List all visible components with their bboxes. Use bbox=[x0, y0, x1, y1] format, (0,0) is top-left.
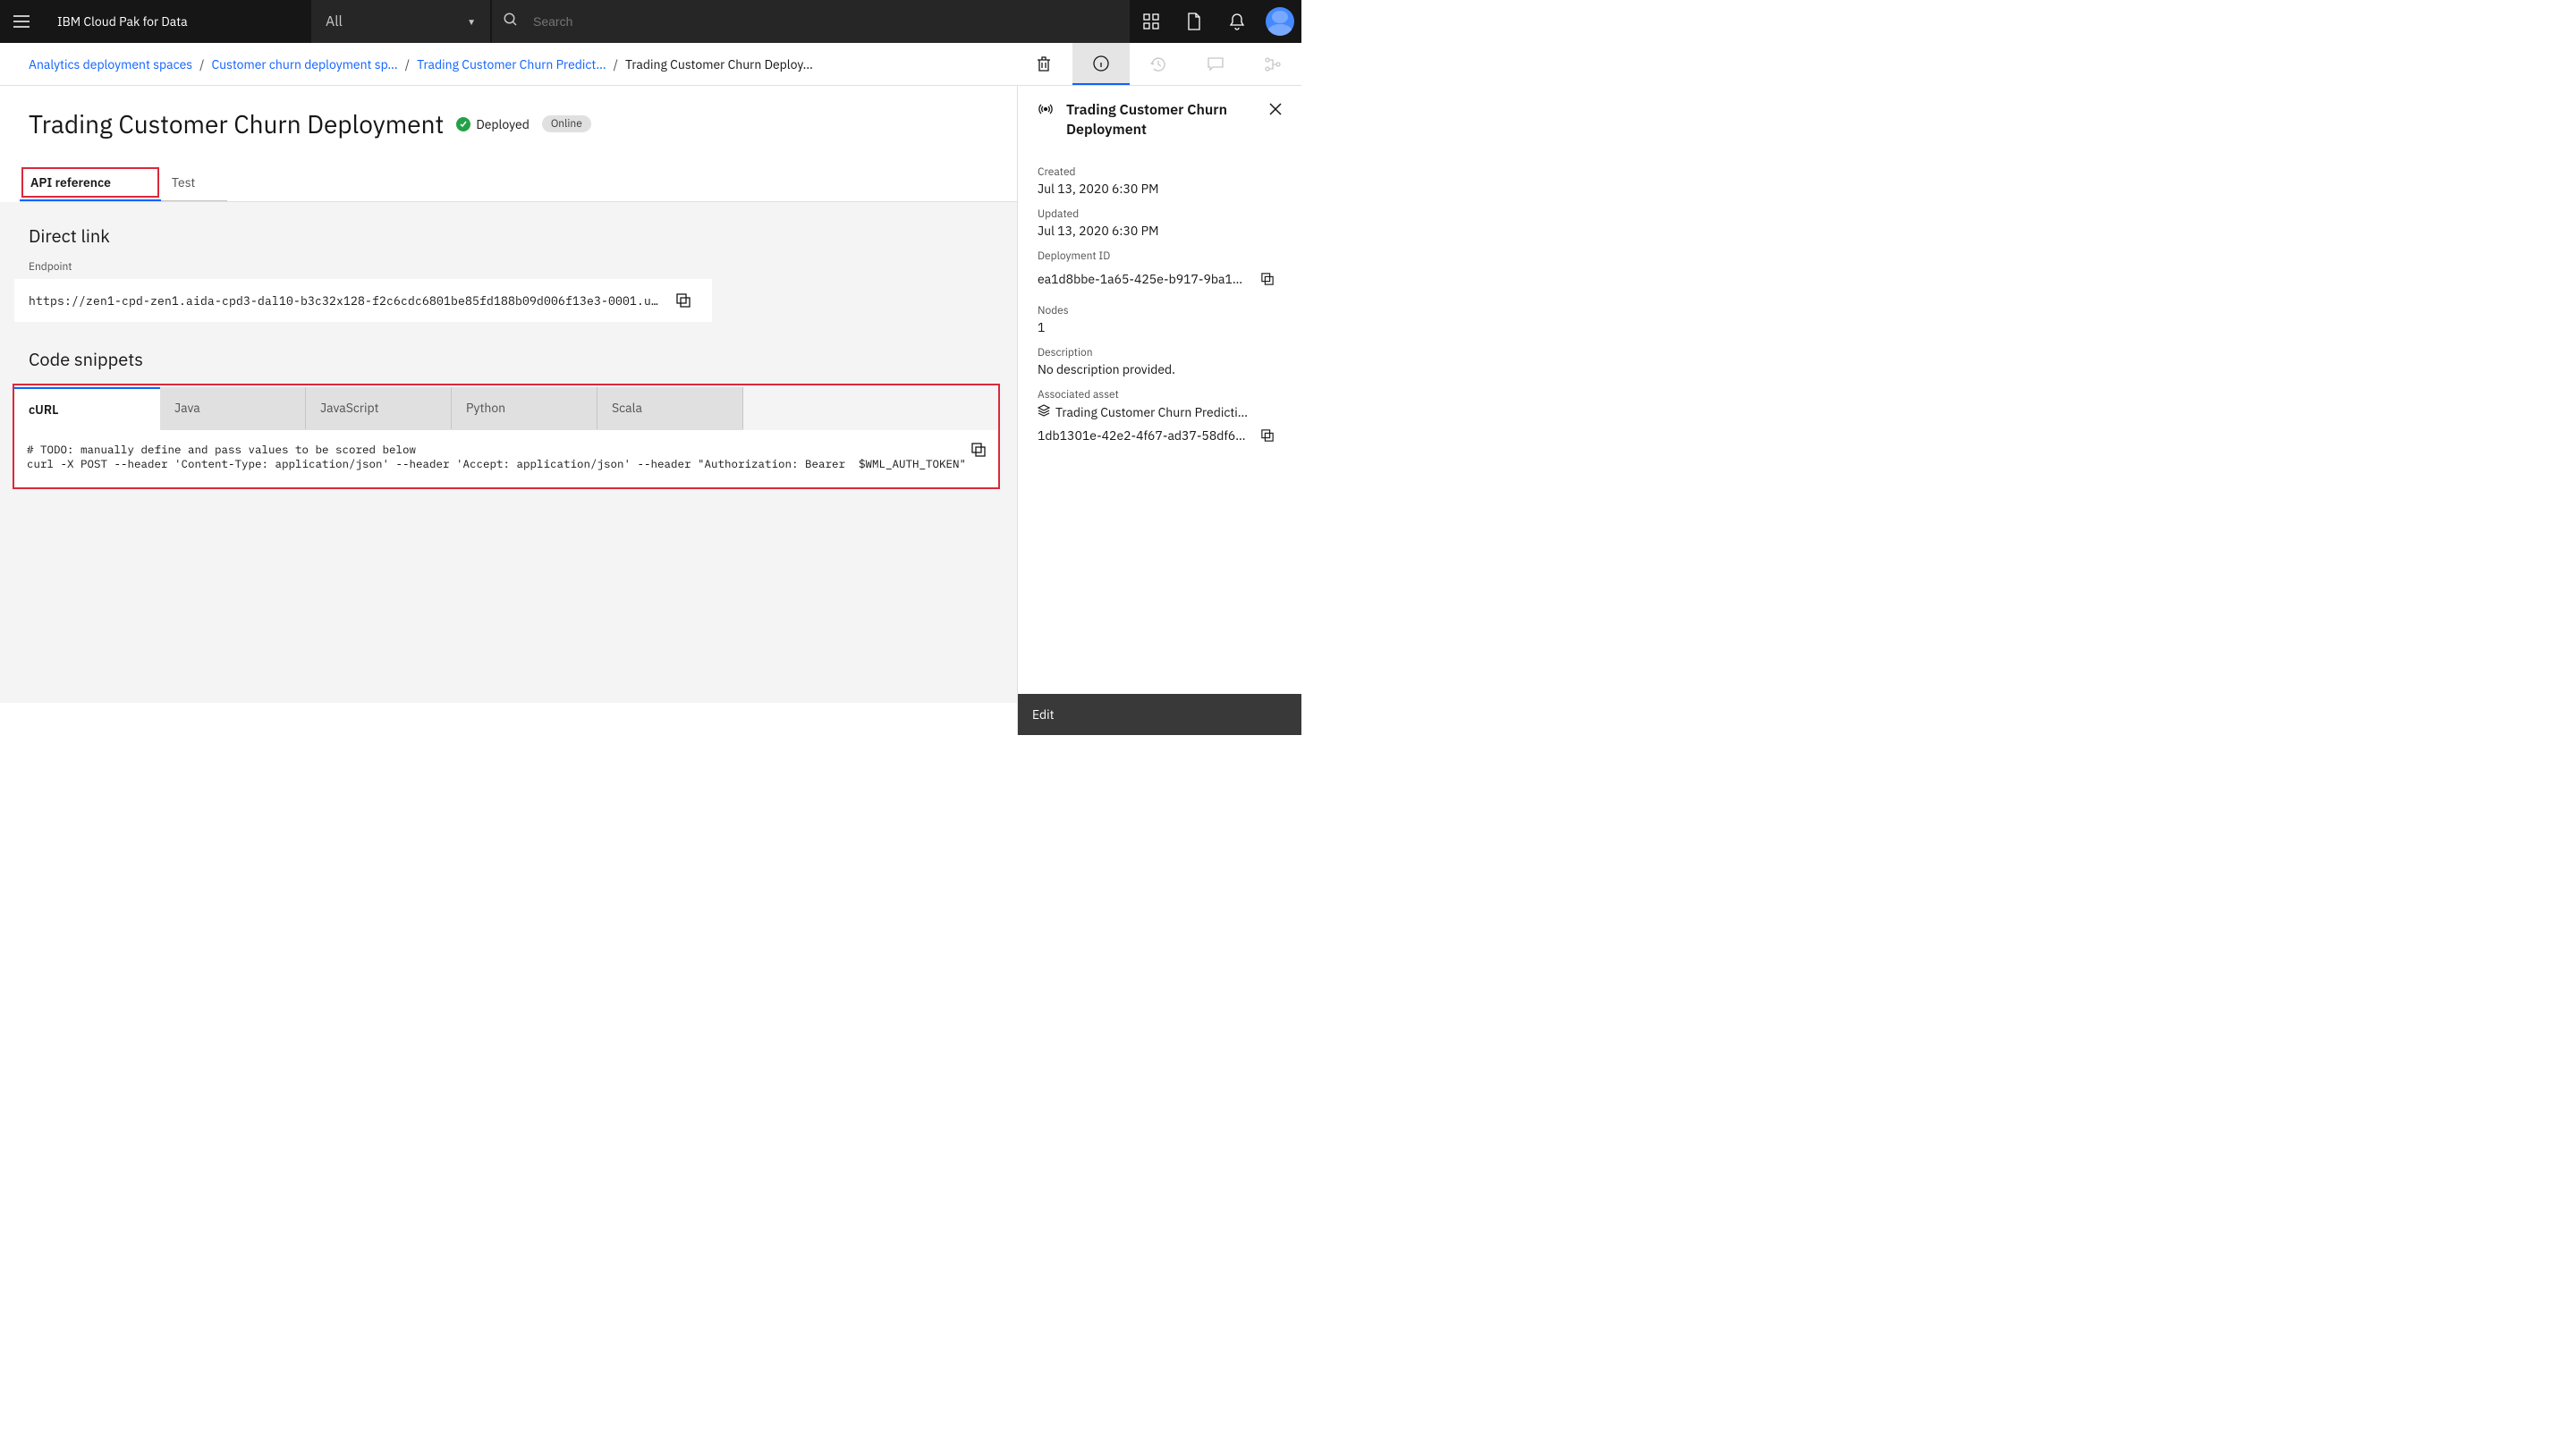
crumb-actions bbox=[1015, 43, 1301, 85]
snippet-tab-python[interactable]: Python bbox=[452, 387, 597, 430]
tab-test[interactable]: Test bbox=[161, 165, 227, 201]
tab-label: API reference bbox=[30, 174, 111, 190]
search-box bbox=[491, 0, 1130, 43]
code-block: # TODO: manually define and pass values … bbox=[14, 430, 998, 487]
copy-icon[interactable] bbox=[964, 435, 993, 464]
document-icon[interactable] bbox=[1173, 0, 1216, 43]
breadcrumb-link[interactable]: Analytics deployment spaces bbox=[29, 56, 192, 72]
updated-label: Updated bbox=[1038, 207, 1282, 221]
associated-asset-label: Associated asset bbox=[1038, 388, 1282, 402]
copy-icon[interactable] bbox=[669, 286, 698, 315]
breadcrumb-row: Analytics deployment spaces / Customer c… bbox=[0, 43, 1301, 86]
breadcrumb-link[interactable]: Trading Customer Churn Predict… bbox=[417, 56, 606, 72]
bell-icon[interactable] bbox=[1216, 0, 1258, 43]
topbar-actions bbox=[1130, 0, 1301, 43]
chat-icon[interactable] bbox=[1187, 43, 1244, 85]
deployment-id-value: ea1d8bbe-1a65-425e-b917-9ba1… bbox=[1038, 271, 1242, 287]
description-label: Description bbox=[1038, 346, 1282, 359]
nodes-label: Nodes bbox=[1038, 304, 1282, 317]
online-chip: Online bbox=[542, 115, 591, 132]
app-title: IBM Cloud Pak for Data bbox=[43, 13, 311, 30]
direct-link-heading: Direct link bbox=[29, 224, 988, 248]
close-icon[interactable] bbox=[1267, 100, 1284, 122]
endpoint-label: Endpoint bbox=[29, 260, 988, 274]
asset-name[interactable]: Trading Customer Churn Prediction … bbox=[1055, 404, 1252, 420]
status-text: Deployed bbox=[476, 116, 530, 132]
flow-icon[interactable] bbox=[1244, 43, 1301, 85]
tab-label: JavaScript bbox=[320, 400, 379, 416]
info-icon[interactable] bbox=[1072, 43, 1130, 85]
status-badge: Deployed bbox=[456, 116, 530, 132]
broadcast-icon bbox=[1038, 102, 1054, 120]
menu-button[interactable] bbox=[0, 0, 43, 43]
tab-label: Java bbox=[174, 400, 200, 416]
breadcrumb-sep: / bbox=[405, 56, 410, 72]
asset-icon bbox=[1038, 403, 1050, 421]
tab-label: Scala bbox=[612, 400, 642, 416]
tab-label: cURL bbox=[29, 402, 58, 418]
snippet-tabs: cURL Java JavaScript Python Scala bbox=[14, 385, 998, 430]
code-snippets-heading: Code snippets bbox=[29, 347, 988, 371]
endpoint-row: https://zen1-cpd-zen1.aida-cpd3-dal10-b3… bbox=[14, 279, 712, 322]
side-panel-body: Created Jul 13, 2020 6:30 PM Updated Jul… bbox=[1018, 148, 1301, 694]
code-text: # TODO: manually define and pass values … bbox=[27, 443, 966, 471]
breadcrumb-sep: / bbox=[614, 56, 618, 72]
copy-icon[interactable] bbox=[1253, 421, 1282, 450]
side-panel: Trading Customer Churn Deployment Create… bbox=[1017, 86, 1301, 735]
created-value: Jul 13, 2020 6:30 PM bbox=[1038, 181, 1282, 197]
tab-api-reference[interactable]: API reference bbox=[20, 165, 161, 201]
endpoint-url: https://zen1-cpd-zen1.aida-cpd3-dal10-b3… bbox=[29, 293, 662, 309]
description-value: No description provided. bbox=[1038, 361, 1282, 377]
copy-icon[interactable] bbox=[1253, 265, 1282, 293]
checkmark-icon bbox=[456, 117, 470, 131]
breadcrumb-link[interactable]: Customer churn deployment sp… bbox=[211, 56, 397, 72]
breadcrumb-current: Trading Customer Churn Deploy… bbox=[625, 56, 813, 72]
asset-id: 1db1301e-42e2-4f67-ad37-58df6… bbox=[1038, 427, 1246, 444]
history-icon[interactable] bbox=[1130, 43, 1187, 85]
title-block: Trading Customer Churn Deployment Deploy… bbox=[0, 86, 1017, 140]
content-panel: Direct link Endpoint https://zen1-cpd-ze… bbox=[0, 202, 1017, 703]
side-panel-title: Trading Customer Churn Deployment bbox=[1066, 100, 1267, 140]
main-column: Trading Customer Churn Deployment Deploy… bbox=[0, 86, 1017, 735]
search-icon bbox=[503, 12, 519, 32]
breadcrumb-sep: / bbox=[199, 56, 204, 72]
chevron-down-icon: ▼ bbox=[467, 16, 476, 28]
filter-value: All bbox=[326, 13, 343, 30]
side-panel-header: Trading Customer Churn Deployment bbox=[1018, 86, 1301, 148]
tab-label: Test bbox=[172, 174, 195, 190]
trash-icon[interactable] bbox=[1015, 43, 1072, 85]
code-snippets-block: cURL Java JavaScript Python Scala # TODO… bbox=[13, 384, 1000, 489]
body-area: Trading Customer Churn Deployment Deploy… bbox=[0, 86, 1301, 735]
updated-value: Jul 13, 2020 6:30 PM bbox=[1038, 223, 1282, 239]
snippet-tab-curl[interactable]: cURL bbox=[14, 387, 160, 430]
deployment-id-label: Deployment ID bbox=[1038, 249, 1282, 263]
edit-button[interactable]: Edit bbox=[1018, 694, 1301, 735]
tab-label: Python bbox=[466, 400, 505, 416]
nodes-value: 1 bbox=[1038, 319, 1282, 335]
created-label: Created bbox=[1038, 165, 1282, 179]
avatar[interactable] bbox=[1266, 7, 1294, 36]
search-input[interactable] bbox=[533, 14, 1119, 29]
page-title: Trading Customer Churn Deployment bbox=[29, 107, 444, 140]
snippet-tab-scala[interactable]: Scala bbox=[597, 387, 743, 430]
breadcrumb: Analytics deployment spaces / Customer c… bbox=[29, 56, 1015, 72]
apps-icon[interactable] bbox=[1130, 0, 1173, 43]
top-tabs: API reference Test bbox=[20, 165, 1017, 202]
snippet-tab-java[interactable]: Java bbox=[160, 387, 306, 430]
filter-dropdown[interactable]: All ▼ bbox=[311, 0, 490, 43]
top-bar: IBM Cloud Pak for Data All ▼ bbox=[0, 0, 1301, 43]
snippet-tab-javascript[interactable]: JavaScript bbox=[306, 387, 452, 430]
